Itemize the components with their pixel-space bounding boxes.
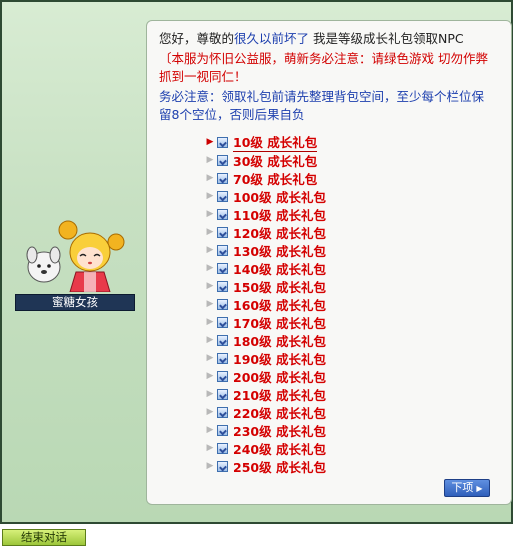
npc-portrait bbox=[18, 212, 138, 293]
option-check-icon bbox=[217, 370, 228, 382]
option-arrow-icon: ▶ bbox=[206, 209, 214, 219]
gift-pack-option[interactable]: ▶ 120级 成长礼包 bbox=[205, 223, 326, 241]
option-check-icon bbox=[217, 136, 228, 148]
gift-pack-option-label: 170级 成长礼包 bbox=[233, 315, 326, 331]
gift-pack-option[interactable]: ▶ 200级 成长礼包 bbox=[205, 367, 326, 385]
gift-pack-option[interactable]: ▶ 100级 成长礼包 bbox=[205, 187, 326, 205]
next-button-label: 下项 bbox=[451, 481, 474, 494]
gift-pack-option[interactable]: ▶ 70级 成长礼包 bbox=[205, 169, 326, 187]
option-check-icon bbox=[217, 334, 228, 346]
option-arrow-icon: ▶ bbox=[206, 353, 214, 363]
option-check-icon bbox=[217, 226, 228, 238]
option-arrow-icon: ▶ bbox=[206, 227, 214, 237]
gift-pack-option[interactable]: ▶ 240级 成长礼包 bbox=[205, 439, 326, 457]
next-button[interactable]: 下项 ▶ bbox=[444, 479, 490, 497]
caret-right-icon: ▶ bbox=[476, 484, 483, 493]
warning-line-1: 务必注意：领取礼包前请先整理背包空间，至少每个栏位保 bbox=[159, 89, 485, 104]
gift-pack-option[interactable]: ▶ 160级 成长礼包 bbox=[205, 295, 326, 313]
gift-pack-option[interactable]: ▶ 30级 成长礼包 bbox=[205, 151, 326, 169]
option-arrow-icon: ▶ bbox=[206, 389, 214, 399]
greeting-suffix: 我是等级成长礼包领取NPC bbox=[309, 31, 464, 46]
gift-pack-option-label: 110级 成长礼包 bbox=[233, 207, 326, 223]
option-check-icon bbox=[217, 424, 228, 436]
gift-pack-option-label: 150级 成长礼包 bbox=[233, 279, 326, 295]
gift-pack-option-label: 230级 成长礼包 bbox=[233, 423, 326, 439]
gift-pack-option-label: 210级 成长礼包 bbox=[233, 387, 326, 403]
option-check-icon bbox=[217, 280, 228, 292]
gift-pack-option[interactable]: ▶ 10级 成长礼包 bbox=[205, 132, 326, 152]
option-check-icon bbox=[217, 316, 228, 328]
gift-pack-option[interactable]: ▶ 110级 成长礼包 bbox=[205, 205, 326, 223]
gift-pack-option-label: 160级 成长礼包 bbox=[233, 297, 326, 313]
option-check-icon bbox=[217, 298, 228, 310]
notice-line-1: 〔本服为怀旧公益服，萌新务必注意：请绿色游戏 切勿作弊 bbox=[159, 51, 488, 66]
warning-line-2: 留8个空位，否则后果自负 bbox=[159, 107, 305, 122]
gift-pack-option[interactable]: ▶ 180级 成长礼包 bbox=[205, 331, 326, 349]
option-arrow-icon: ▶ bbox=[206, 407, 214, 417]
option-arrow-icon: ▶ bbox=[206, 335, 214, 345]
npc-name-plate: 蜜糖女孩 bbox=[15, 294, 135, 311]
player-name: 很久以前坏了 bbox=[234, 31, 310, 46]
selection-arrow-icon: ▶ bbox=[206, 137, 214, 147]
gift-pack-option[interactable]: ▶ 210级 成长礼包 bbox=[205, 385, 326, 403]
option-arrow-icon: ▶ bbox=[206, 443, 214, 453]
option-check-icon bbox=[217, 154, 228, 166]
gift-pack-option-label: 140级 成长礼包 bbox=[233, 261, 326, 277]
option-arrow-icon: ▶ bbox=[206, 245, 214, 255]
gift-pack-option-label: 120级 成长礼包 bbox=[233, 225, 326, 241]
gift-pack-option-label: 220级 成长礼包 bbox=[233, 405, 326, 421]
gift-pack-option[interactable]: ▶ 130级 成长礼包 bbox=[205, 241, 326, 259]
gift-pack-menu: ▶ 10级 成长礼包 ▶ 30级 成长礼包 ▶ 70级 成长礼包 ▶ 100级 成长礼包 ▶ 11… bbox=[205, 133, 326, 475]
gift-pack-option[interactable]: ▶ 170级 成长礼包 bbox=[205, 313, 326, 331]
option-arrow-icon: ▶ bbox=[206, 263, 214, 273]
option-arrow-icon: ▶ bbox=[206, 461, 214, 471]
gift-pack-option[interactable]: ▶ 250级 成长礼包 bbox=[205, 457, 326, 475]
gift-pack-option-label: 190级 成长礼包 bbox=[233, 351, 326, 367]
end-chat-button[interactable]: 结束对话 bbox=[2, 529, 86, 546]
option-check-icon bbox=[217, 172, 228, 184]
option-check-icon bbox=[217, 442, 228, 454]
gift-pack-option-label: 200级 成长礼包 bbox=[233, 369, 326, 385]
option-check-icon bbox=[217, 388, 228, 400]
option-arrow-icon: ▶ bbox=[206, 281, 214, 291]
gift-pack-option[interactable]: ▶ 230级 成长礼包 bbox=[205, 421, 326, 439]
option-check-icon bbox=[217, 352, 228, 364]
gift-pack-option-label: 100级 成长礼包 bbox=[233, 189, 326, 205]
option-arrow-icon: ▶ bbox=[206, 155, 214, 165]
gift-pack-option[interactable]: ▶ 150级 成长礼包 bbox=[205, 277, 326, 295]
gift-pack-option-label: 130级 成长礼包 bbox=[233, 243, 326, 259]
gift-pack-option[interactable]: ▶ 140级 成长礼包 bbox=[205, 259, 326, 277]
gift-pack-option-label: 10级 成长礼包 bbox=[233, 132, 318, 152]
option-check-icon bbox=[217, 244, 228, 256]
npc-girl-with-dog-portrait-icon bbox=[26, 220, 125, 293]
option-arrow-icon: ▶ bbox=[206, 173, 214, 183]
option-check-icon bbox=[217, 190, 228, 202]
option-arrow-icon: ▶ bbox=[206, 191, 214, 201]
option-arrow-icon: ▶ bbox=[206, 371, 214, 381]
option-check-icon bbox=[217, 460, 228, 472]
gift-pack-option-label: 240级 成长礼包 bbox=[233, 441, 326, 457]
notice-line-2: 抓到一视同仁！ bbox=[159, 69, 247, 84]
option-arrow-icon: ▶ bbox=[206, 425, 214, 435]
npc-dialog-window: 蜜糖女孩 您好，尊敬的很久以前坏了 我是等级成长礼包领取NPC 〔本服为怀旧公益… bbox=[0, 0, 513, 524]
option-arrow-icon: ▶ bbox=[206, 299, 214, 309]
gift-pack-option[interactable]: ▶ 190级 成长礼包 bbox=[205, 349, 326, 367]
speech-panel: 您好，尊敬的很久以前坏了 我是等级成长礼包领取NPC 〔本服为怀旧公益服，萌新务… bbox=[146, 20, 512, 505]
gift-pack-option-label: 70级 成长礼包 bbox=[233, 171, 318, 187]
gift-pack-option-label: 30级 成长礼包 bbox=[233, 153, 318, 169]
option-check-icon bbox=[217, 406, 228, 418]
option-arrow-icon: ▶ bbox=[206, 317, 214, 327]
option-check-icon bbox=[217, 208, 228, 220]
gift-pack-option-label: 250级 成长礼包 bbox=[233, 459, 326, 475]
option-check-icon bbox=[217, 262, 228, 274]
gift-pack-option[interactable]: ▶ 220级 成长礼包 bbox=[205, 403, 326, 421]
greeting-line: 您好，尊敬的很久以前坏了 我是等级成长礼包领取NPC bbox=[159, 29, 464, 49]
gift-pack-option-label: 180级 成长礼包 bbox=[233, 333, 326, 349]
greeting-prefix: 您好，尊敬的 bbox=[159, 31, 235, 46]
